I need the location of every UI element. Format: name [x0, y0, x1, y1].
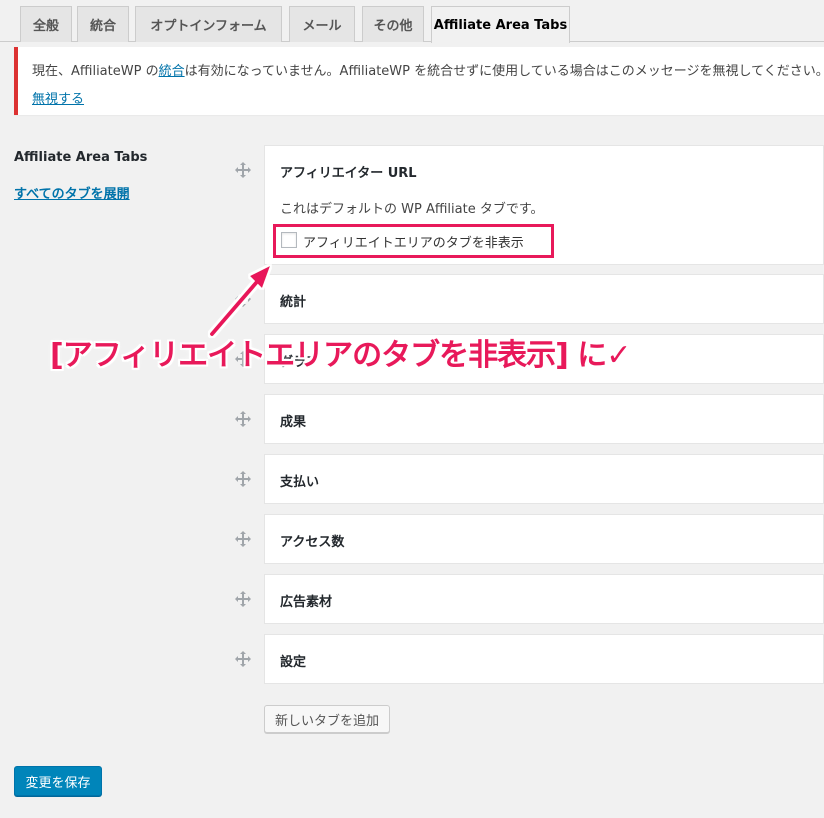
drag-handle-icon[interactable] [234, 410, 252, 428]
callout-text: [アフィリエイトエリアのタブを非表示] に✓ [50, 338, 631, 373]
hide-tab-checkbox-label[interactable]: アフィリエイトエリアのタブを非表示 [303, 232, 524, 251]
panel-description: これはデフォルトの WP Affiliate タブです。 [280, 202, 544, 217]
panel-title: アフィリエイター URL [280, 166, 417, 181]
tab-emails[interactable]: メール [289, 6, 355, 42]
panel-title: 広告素材 [280, 595, 333, 610]
tab-panel-visits[interactable]: アクセス数 [264, 514, 824, 564]
panel-title: 成果 [280, 415, 307, 430]
tab-label: 全般 [32, 19, 59, 34]
tab-panel-statistics[interactable]: 統計 [264, 274, 824, 324]
tab-label: オプトインフォーム [150, 19, 267, 34]
integration-notice: 現在、AffiliateWP の統合は有効になっていません。AffiliateW… [14, 47, 824, 115]
save-changes-button[interactable]: 変更を保存 [14, 766, 102, 796]
expand-all-tabs-link[interactable]: すべてのタブを展開 [14, 183, 130, 202]
tab-integrations[interactable]: 統合 [77, 6, 129, 42]
tab-panel-referrals[interactable]: 成果 [264, 394, 824, 444]
tab-panel-settings[interactable]: 設定 [264, 634, 824, 684]
tab-panel-affiliate-urls: アフィリエイター URL これはデフォルトの WP Affiliate タブです… [264, 145, 824, 265]
section-label: Affiliate Area Tabs [14, 150, 148, 165]
tab-label: その他 [373, 19, 413, 34]
hide-tab-checkbox[interactable] [281, 232, 297, 248]
tab-label: Affiliate Area Tabs [433, 17, 568, 33]
drag-handle-icon[interactable] [234, 290, 252, 308]
panel-title: アクセス数 [280, 535, 345, 550]
panel-title: 設定 [280, 655, 307, 670]
tab-panel-payouts[interactable]: 支払い [264, 454, 824, 504]
tab-misc[interactable]: その他 [362, 6, 424, 42]
tab-opt-in-form[interactable]: オプトインフォーム [135, 6, 282, 42]
drag-handle-icon[interactable] [234, 650, 252, 668]
settings-tabs: 全般 統合 オプトインフォーム メール その他 Affiliate Area T… [0, 0, 824, 43]
drag-handle-icon[interactable] [234, 530, 252, 548]
panel-title: 支払い [280, 475, 320, 490]
drag-handle-icon[interactable] [234, 590, 252, 608]
tab-affiliate-area-tabs[interactable]: Affiliate Area Tabs [431, 6, 570, 43]
tab-label: 統合 [89, 19, 116, 34]
dismiss-link[interactable]: 無視する [32, 88, 84, 107]
notice-message: 現在、AffiliateWP の統合は有効になっていません。AffiliateW… [32, 64, 824, 79]
panel-title: 統計 [280, 295, 307, 310]
tab-general[interactable]: 全般 [20, 6, 72, 42]
tab-label: メール [302, 19, 342, 34]
tab-panel-creatives[interactable]: 広告素材 [264, 574, 824, 624]
integrations-link[interactable]: 統合 [159, 64, 185, 79]
add-new-tab-button[interactable]: 新しいタブを追加 [264, 705, 390, 733]
drag-handle-icon[interactable] [234, 161, 252, 179]
drag-handle-icon[interactable] [234, 470, 252, 488]
